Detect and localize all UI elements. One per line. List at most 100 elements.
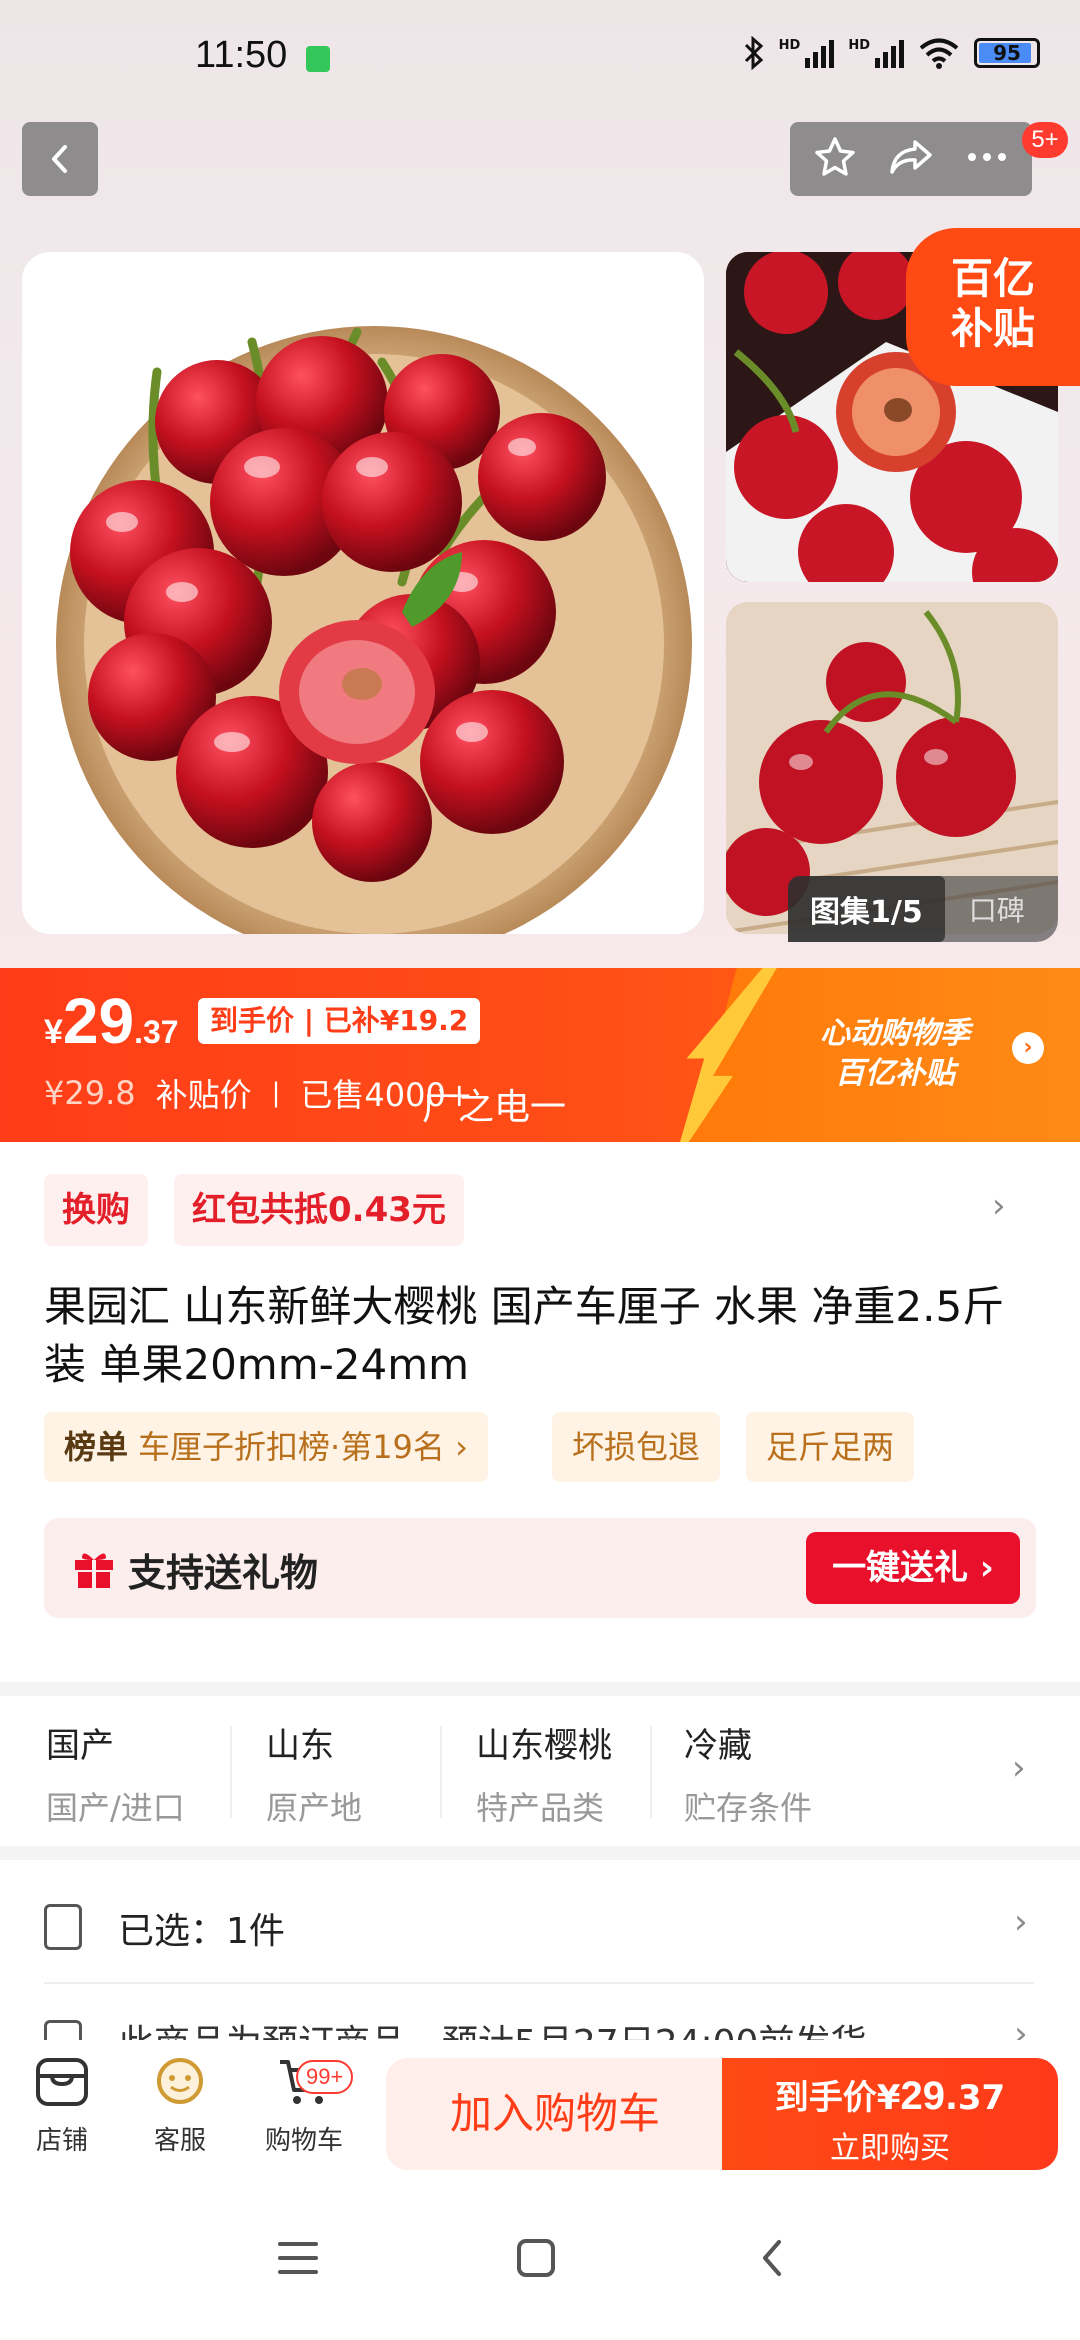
price-banner: ¥ 29 .37 到手价 | 已补¥19.2 ¥29.8 补贴价 | 已售400…: [0, 968, 1080, 1142]
promo-arrow-icon[interactable]: ›: [1012, 1032, 1044, 1064]
back-button[interactable]: [22, 122, 98, 196]
signal-label-1: HD: [778, 38, 801, 53]
product-detail-page: 11:50 HD HD 95 5+ 百亿 补贴 图集1/5 口碑 ¥ 29 .3…: [0, 0, 1080, 2340]
gallery-counter-tab[interactable]: 图集1/5: [788, 876, 945, 942]
price-decimal: .37: [134, 1014, 179, 1050]
buy-now-label: 立即购买: [830, 2131, 950, 2166]
back-nav-button[interactable]: [742, 2228, 802, 2288]
store-icon: [36, 2058, 88, 2106]
attribute-value: 冷藏: [684, 1726, 752, 1766]
reviews-tab[interactable]: 口碑: [945, 889, 1025, 929]
cart-count-badge: 99+: [296, 2060, 354, 2094]
attribute-storage: 冷藏 贮存条件: [684, 1718, 812, 1829]
attribute-key: 贮存条件: [684, 1789, 813, 1827]
signal-icon-1: HD: [779, 38, 835, 68]
share-button[interactable]: [887, 134, 935, 184]
status-icons: HD HD 95: [743, 36, 1040, 70]
buy-now-button[interactable]: 到手价¥29.37 立即购买: [722, 2058, 1058, 2170]
attribute-strip[interactable]: 国产 国产/进口 山东原产地 山东樱桃特产品类 冷藏贮存条件 ›: [0, 1696, 1080, 1846]
add-to-cart-button[interactable]: 加入购物车: [386, 2058, 724, 2170]
selection-section: 已选：1件 › 此商品为预订商品，预计5月27日24:00前发货 ›: [0, 1860, 1080, 2060]
attribute-category: 山东樱桃 特产品类: [476, 1718, 612, 1829]
gift-icon: [75, 1553, 113, 1588]
rank-text: 车厘子折扣榜·第19名 ›: [138, 1428, 468, 1466]
gallery-switcher: 图集1/5 口碑: [788, 876, 1058, 942]
attribute-key: 特产品类: [476, 1789, 605, 1827]
attribute-key: 原产地: [266, 1789, 363, 1827]
buy-price-line: 到手价¥29.37: [722, 2070, 1058, 2119]
wifi-icon: [919, 38, 959, 69]
home-square-icon: [517, 2239, 555, 2277]
final-price-tag: 到手价 | 已补¥19.2: [198, 998, 481, 1044]
gift-label: 支持送礼物: [128, 1551, 319, 1595]
menu-icon: [278, 2242, 318, 2274]
back-triangle-icon: [763, 2240, 781, 2276]
promo-line1: 心动购物季: [820, 1016, 970, 1051]
exchange-chip[interactable]: 换购: [44, 1174, 148, 1246]
share-icon: [890, 140, 932, 174]
chevron-right-icon: ›: [1012, 1748, 1026, 1788]
promo-line2: 百亿补贴: [835, 1056, 955, 1091]
star-icon: [815, 137, 856, 176]
attribute-origin-type: 国产 国产/进口: [46, 1718, 185, 1829]
subsidy-tag-line1: 百亿: [950, 254, 1035, 303]
attribute-place: 山东 原产地: [266, 1718, 362, 1829]
attribute-divider: [230, 1726, 232, 1818]
customer-service-button[interactable]: 客服: [130, 2054, 230, 2157]
product-title: 果园汇 山东新鲜大樱桃 国产车厘子 水果 净重2.5斤装 单果20mm-24mm: [44, 1282, 1005, 1389]
red-packet-chip[interactable]: 红包共抵0.43元: [174, 1174, 464, 1246]
status-bar: 11:50 HD HD 95: [0, 0, 1080, 120]
top-actions: [790, 122, 1032, 196]
attribute-value: 山东: [266, 1726, 334, 1766]
menu-nav-button[interactable]: [268, 2228, 328, 2288]
subsidy-tag-line2: 补贴: [950, 304, 1035, 353]
billion-subsidy-tag: 百亿 补贴: [906, 228, 1080, 386]
battery-level: 95: [993, 41, 1021, 65]
rank-label: 榜单: [64, 1428, 129, 1466]
attribute-key: 国产/进口: [46, 1789, 185, 1827]
selected-spec-text: 已选：1件: [118, 1911, 285, 1952]
promo-link[interactable]: 心动购物季 百亿补贴: [820, 1014, 970, 1094]
checklist-icon: [44, 1904, 82, 1950]
home-nav-button[interactable]: [506, 2228, 566, 2288]
favorite-button[interactable]: [812, 134, 858, 184]
buy-price-int: 29: [900, 2074, 945, 2118]
chevron-right-icon[interactable]: ›: [992, 1186, 1006, 1226]
customer-service-label: 客服: [153, 2126, 206, 2156]
price-display: ¥ 29 .37: [44, 984, 179, 1058]
store-button[interactable]: 店铺: [12, 2054, 112, 2157]
attribute-divider: [440, 1726, 442, 1818]
system-navigation-bar: [0, 2180, 1080, 2340]
price-divider: |: [271, 1078, 281, 1108]
bluetooth-icon: [744, 36, 763, 70]
buy-price-prefix: 到手价¥: [774, 2078, 901, 2118]
product-info-card: 换购 红包共抵0.43元 › 果园汇 山东新鲜大樱桃 国产车厘子 水果 净重2.…: [0, 1142, 1080, 1682]
attribute-value: 山东樱桃: [476, 1726, 612, 1766]
rank-tag[interactable]: 榜单 车厘子折扣榜·第19名 ›: [44, 1412, 488, 1482]
signal-icon-2: HD: [848, 38, 904, 68]
gift-support-bar: 支持送礼物 一键送礼 ›: [44, 1518, 1036, 1618]
cart-label: 购物车: [264, 2126, 343, 2156]
signal-label-2: HD: [848, 38, 870, 53]
price-integer: 29: [62, 985, 135, 1057]
store-label: 店铺: [35, 2126, 88, 2156]
price-currency: ¥: [44, 1013, 63, 1051]
price-subline: ¥29.8 补贴价 | 已售4000+: [44, 1070, 473, 1116]
original-price: ¥29.8: [44, 1074, 136, 1112]
notification-badge: 5+: [1022, 122, 1068, 158]
watermark-text: 广之电一: [422, 1087, 567, 1128]
price-type: 补贴价: [155, 1076, 252, 1114]
product-main-image[interactable]: [22, 252, 704, 934]
attribute-divider: [650, 1726, 652, 1818]
selected-spec-row[interactable]: 已选：1件 ›: [44, 1874, 1034, 1984]
chevron-right-icon: ›: [1014, 1902, 1028, 1942]
bottom-action-bar: 店铺 客服 购物车 99+ 加入购物车 到手价¥29.37 立即购买: [0, 2040, 1080, 2180]
customer-service-icon: [157, 2058, 203, 2104]
more-button[interactable]: [964, 134, 1010, 184]
more-icon: [967, 153, 1006, 161]
buy-price-dec: .37: [944, 2078, 1006, 2118]
chevron-left-icon: [52, 145, 67, 173]
send-gift-button[interactable]: 一键送礼 ›: [806, 1532, 1020, 1604]
sim-icon: [306, 46, 330, 72]
damage-refund-tag: 坏损包退: [552, 1412, 721, 1482]
